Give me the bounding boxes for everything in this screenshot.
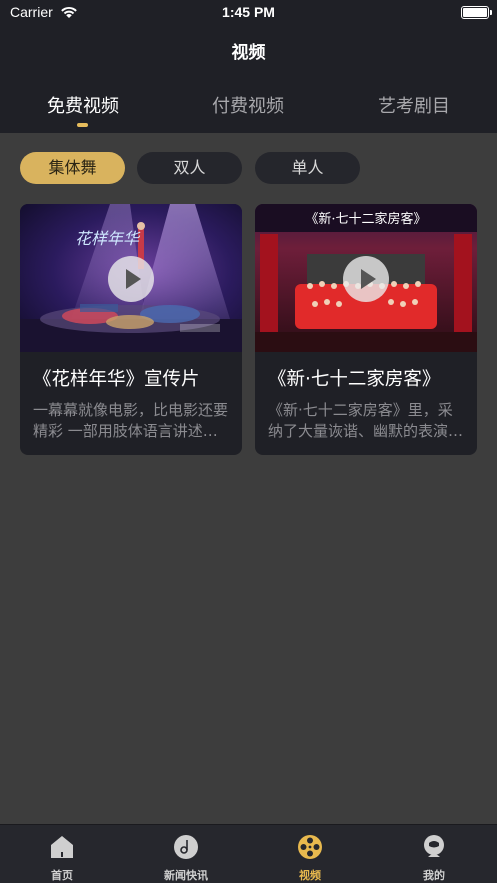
video-title: 《花样年华》宣传片 <box>33 369 200 390</box>
play-button-icon[interactable] <box>108 256 154 302</box>
video-thumbnail[interactable]: 《新·七十二家房客》 <box>255 204 477 352</box>
home-icon <box>51 836 73 858</box>
film-reel-icon <box>298 835 322 859</box>
poster-calligraphy: 花样年华 <box>75 229 141 248</box>
tab-home[interactable]: 首页 <box>0 825 124 883</box>
play-button-icon[interactable] <box>343 256 389 302</box>
video-card[interactable]: 《新·七十二家房客》 《新·七十二家房客》 《新·七十二家房客》里，采纳了大量诙… <box>255 204 477 455</box>
chip-duet[interactable]: 双人 <box>137 152 242 184</box>
video-thumbnail[interactable]: 花样年华 <box>20 204 242 352</box>
video-title: 《新·七十二家房客》 <box>268 369 441 390</box>
profile-icon <box>424 835 444 857</box>
tab-paid-videos[interactable]: 付费视频 <box>178 92 318 118</box>
tab-video-label: 视频 <box>299 869 321 882</box>
news-icon <box>174 835 198 859</box>
tab-exam-repertoire[interactable]: 艺考剧目 <box>344 92 484 118</box>
tab-home-label: 首页 <box>51 869 73 882</box>
tab-profile-label: 我的 <box>423 869 445 882</box>
filter-chips: 集体舞 双人 单人 <box>0 152 497 186</box>
tab-profile[interactable]: 我的 <box>372 825 496 883</box>
tab-video[interactable]: 视频 <box>248 825 372 883</box>
chip-group-dance[interactable]: 集体舞 <box>20 152 125 184</box>
tab-news-label: 新闻快讯 <box>164 869 208 882</box>
status-bar: Carrier 1:45 PM <box>0 0 497 26</box>
chip-solo[interactable]: 单人 <box>255 152 360 184</box>
tab-news[interactable]: 新闻快讯 <box>124 825 248 883</box>
bottom-tab-bar: 首页 新闻快讯 视频 我的 <box>0 824 497 883</box>
active-tab-indicator <box>77 123 88 127</box>
category-tabs: 免费视频 付费视频 艺考剧目 <box>0 74 497 133</box>
video-description: 一幕幕就像电影，比电影还要精彩 一部用肢体语言讲述的电影 <box>33 401 229 440</box>
page-title: 视频 <box>231 43 266 63</box>
poster-headline: 《新·七十二家房客》 <box>305 211 426 227</box>
battery-icon <box>461 6 492 19</box>
video-card[interactable]: 花样年华 《花样年华》宣传片 一幕幕就像电影，比电影还要精彩 一部用肢体语言讲述… <box>20 204 242 455</box>
video-description: 《新·七十二家房客》里，采纳了大量诙谐、幽默的表演元素 <box>268 401 464 440</box>
tab-free-videos[interactable]: 免费视频 <box>13 92 153 118</box>
clock: 1:45 PM <box>222 4 275 20</box>
navigation-bar: 视频 <box>0 26 497 74</box>
